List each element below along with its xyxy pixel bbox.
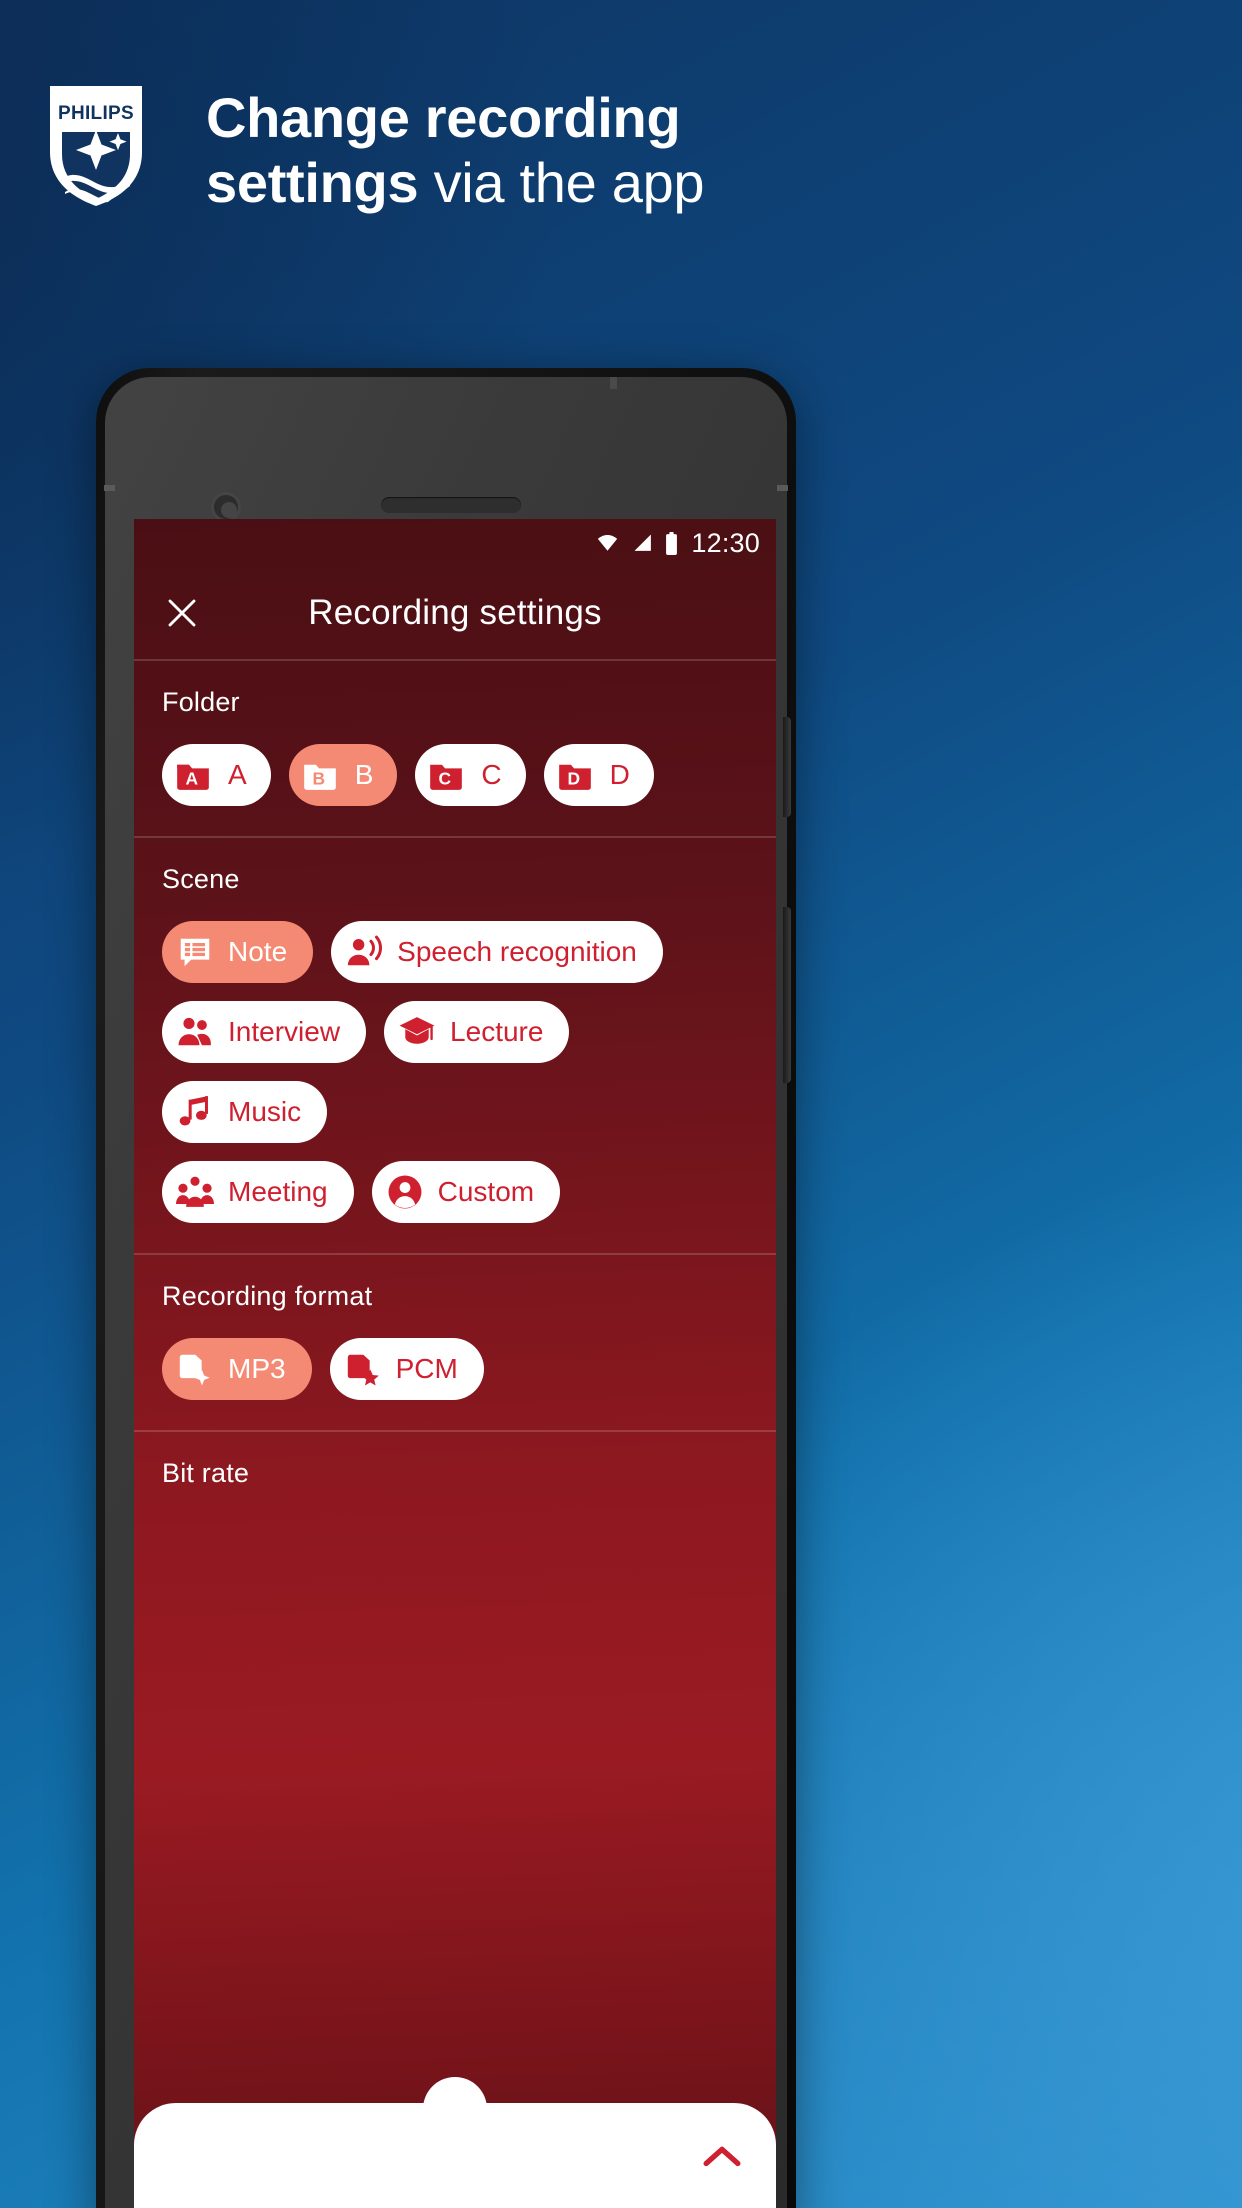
- close-icon: [168, 599, 196, 627]
- scene-chip-row-1: Note Speech recognition: [162, 921, 748, 983]
- signal-icon: [635, 534, 652, 551]
- app-bar: Recording settings: [134, 567, 776, 659]
- music-note-icon: [179, 1096, 208, 1126]
- format-chip-mp3-label: MP3: [228, 1353, 286, 1384]
- folder-chip-row: A A B B C C D D: [162, 744, 748, 806]
- folder-c-icon: C: [430, 764, 463, 790]
- scene-chip-lecture-label: Lecture: [450, 1016, 544, 1047]
- folder-chip-a-label: A: [228, 759, 247, 790]
- scene-chip-meeting-label: Meeting: [228, 1176, 328, 1207]
- meeting-group-icon: [176, 1176, 214, 1207]
- page-title: Change recording settings via the app: [206, 78, 705, 216]
- bottom-sheet[interactable]: [134, 2077, 776, 2208]
- app-bar-title: Recording settings: [308, 593, 602, 632]
- bottom-sheet-handle-bump[interactable]: [423, 2077, 487, 2129]
- folder-a-icon: A: [177, 764, 209, 790]
- scene-chip-interview-label: Interview: [228, 1016, 341, 1047]
- antenna-line-left: [104, 485, 115, 491]
- phone-mockup: 12:30 Recording settings Folder A A B B …: [96, 368, 796, 2208]
- scene-chip-custom[interactable]: Custom: [371, 1161, 561, 1223]
- scene-chip-music[interactable]: Music: [162, 1081, 328, 1143]
- wifi-icon: [598, 535, 618, 551]
- scene-chip-note-label: Note: [228, 936, 288, 967]
- folder-b-icon: B: [303, 764, 336, 790]
- section-bit-rate: Bit rate: [134, 1432, 776, 1545]
- format-chip-pcm[interactable]: PCM: [329, 1338, 484, 1400]
- folder-chip-b[interactable]: B B: [288, 744, 398, 806]
- scene-chip-music-label: Music: [228, 1096, 302, 1127]
- recording-format-chip-row: MP3 PCM: [162, 1338, 748, 1400]
- bottom-sheet-expand-button[interactable]: [702, 2143, 742, 2174]
- close-button[interactable]: [156, 587, 208, 639]
- volume-button[interactable]: [783, 907, 791, 1083]
- folder-d-icon: D: [558, 764, 591, 790]
- scene-chip-lecture[interactable]: Lecture: [384, 1001, 570, 1063]
- folder-c-letter: C: [439, 769, 452, 789]
- svg-text:PHILIPS: PHILIPS: [58, 103, 134, 124]
- promo-header: PHILIPS Change recording settings via th…: [0, 78, 1242, 216]
- chevron-up-icon: [703, 2146, 741, 2167]
- promo-screenshot: PHILIPS Change recording settings via th…: [0, 0, 1242, 2208]
- folder-chip-c[interactable]: C C: [415, 744, 526, 806]
- format-chip-mp3[interactable]: MP3: [162, 1338, 312, 1400]
- section-title-recording-format: Recording format: [162, 1281, 373, 1311]
- section-scene: Scene Note Speech recognition Interview …: [134, 838, 776, 1253]
- scene-chip-row-2: Interview Lecture Music: [162, 1001, 748, 1143]
- folder-chip-d-label: D: [609, 759, 630, 790]
- philips-shield-logo: PHILIPS: [48, 78, 144, 213]
- folder-chip-c-label: C: [481, 759, 502, 790]
- status-bar: 12:30: [134, 519, 776, 567]
- section-title-folder: Folder: [162, 687, 240, 717]
- pcm-file-star-icon: [347, 1354, 379, 1386]
- folder-chip-a[interactable]: A A: [162, 744, 271, 806]
- front-camera: [211, 492, 241, 522]
- section-title-scene: Scene: [162, 864, 240, 894]
- format-chip-pcm-label: PCM: [395, 1353, 458, 1384]
- power-button[interactable]: [783, 717, 791, 817]
- graduation-cap-icon: [399, 1017, 435, 1044]
- antenna-line-top: [610, 377, 617, 389]
- antenna-line-right: [777, 485, 788, 491]
- folder-chip-d[interactable]: D D: [543, 744, 654, 806]
- status-time: 12:30: [691, 527, 760, 558]
- scene-chip-row-3: Meeting Custom: [162, 1161, 748, 1223]
- folder-b-letter: B: [312, 769, 325, 789]
- phone-screen: 12:30 Recording settings Folder A A B B …: [134, 519, 776, 2208]
- folder-a-letter: A: [185, 769, 198, 789]
- speech-recognition-icon: [348, 935, 383, 966]
- scene-chip-interview[interactable]: Interview: [162, 1001, 367, 1063]
- interview-people-icon: [178, 1017, 211, 1046]
- section-recording-format: Recording format MP3 PCM: [134, 1255, 776, 1430]
- section-title-bit-rate: Bit rate: [162, 1458, 250, 1488]
- section-folder: Folder A A B B C C D D: [134, 661, 776, 836]
- app-content: 12:30 Recording settings Folder A A B B …: [134, 519, 776, 2208]
- headline-line2-bold: settings: [206, 150, 419, 214]
- note-icon: [180, 938, 210, 967]
- mp3-file-sparkle-icon: [179, 1354, 210, 1386]
- earpiece-speaker: [381, 497, 521, 513]
- scene-chip-meeting[interactable]: Meeting: [162, 1161, 354, 1223]
- headline-line2-light: via the app: [418, 150, 705, 214]
- scene-chip-note[interactable]: Note: [162, 921, 314, 983]
- folder-d-letter: D: [567, 769, 580, 789]
- scene-chip-speech-recognition-label: Speech recognition: [397, 936, 637, 967]
- philips-shield-logo-svg: PHILIPS: [50, 86, 142, 206]
- person-circle-icon: [388, 1175, 422, 1209]
- scene-chip-custom-label: Custom: [437, 1176, 535, 1207]
- headline-line1: Change recording: [206, 86, 681, 149]
- battery-full-icon: [666, 531, 678, 555]
- phone-bezel: 12:30 Recording settings Folder A A B B …: [104, 377, 791, 2208]
- scene-chip-speech-recognition[interactable]: Speech recognition: [331, 921, 663, 983]
- folder-chip-b-label: B: [354, 759, 374, 790]
